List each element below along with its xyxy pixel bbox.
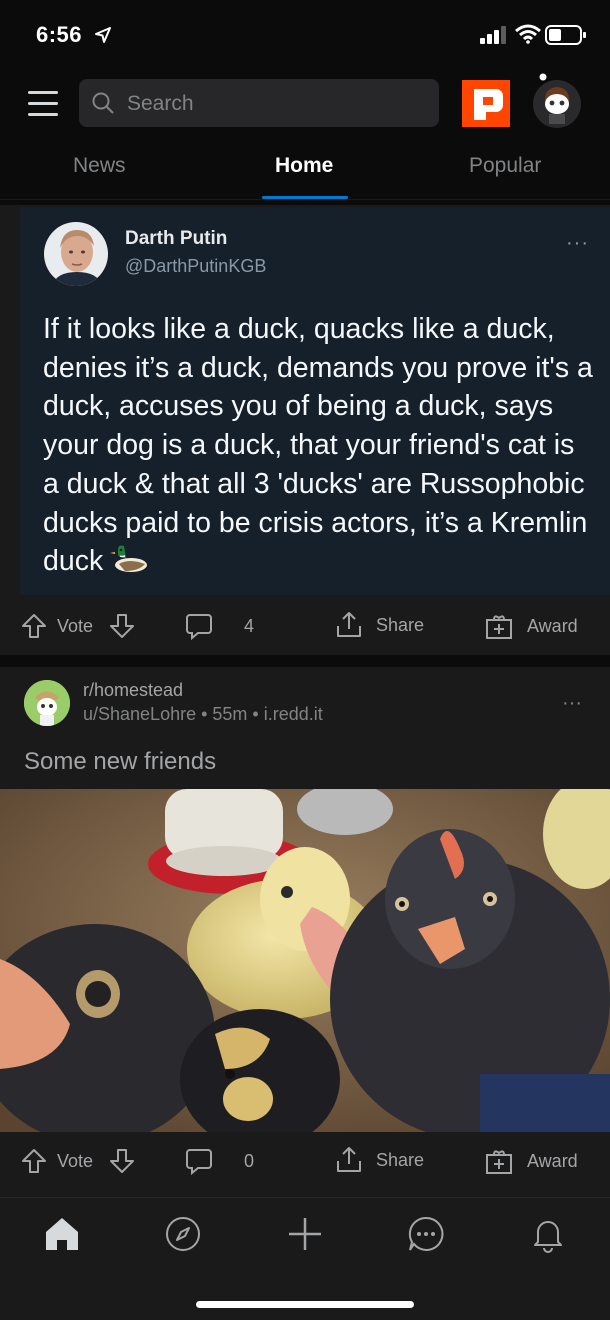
tab-home[interactable]: Home — [275, 154, 333, 178]
bell-icon — [534, 1221, 562, 1253]
award-label: Award — [527, 1150, 578, 1171]
award-button[interactable]: Award — [485, 1147, 578, 1175]
comment-count: 0 — [244, 1150, 255, 1171]
signal-icon — [480, 26, 506, 44]
chat-icon — [408, 1216, 444, 1251]
tweet-author-avatar — [44, 222, 108, 286]
nav-home[interactable] — [42, 1214, 82, 1254]
tab-news[interactable]: News — [73, 154, 126, 178]
premium-icon[interactable] — [462, 80, 510, 127]
tweet-author-name: Darth Putin — [125, 228, 228, 249]
nav-notifications[interactable] — [528, 1214, 568, 1254]
downvote-button[interactable] — [108, 612, 136, 640]
search-input[interactable]: Search — [79, 79, 439, 127]
share-button[interactable]: Share — [334, 610, 424, 640]
search-icon — [92, 92, 114, 114]
upvote-icon — [22, 1149, 46, 1173]
award-label: Award — [527, 615, 578, 636]
tabs-divider — [0, 199, 610, 200]
downvote-button[interactable] — [108, 1147, 136, 1175]
nav-chat[interactable] — [406, 1214, 446, 1254]
comments-button[interactable]: 0 — [185, 1147, 254, 1175]
menu-button[interactable] — [28, 89, 60, 117]
share-label: Share — [376, 614, 425, 635]
post-more-icon[interactable]: ··· — [562, 692, 582, 715]
share-icon — [337, 1147, 361, 1172]
search-placeholder: Search — [127, 92, 194, 115]
upvote-button[interactable]: Vote — [20, 612, 93, 640]
downvote-icon — [110, 1149, 134, 1173]
wifi-icon — [515, 24, 541, 44]
battery-icon — [545, 25, 586, 45]
nav-discover[interactable] — [163, 1214, 203, 1254]
downvote-icon — [110, 614, 134, 638]
vote-label: Vote — [57, 1150, 94, 1171]
comment-count: 4 — [244, 615, 255, 636]
tweet-more-icon[interactable]: ··· — [566, 232, 589, 255]
nav-create-post[interactable] — [285, 1214, 325, 1254]
status-time: 6:56 — [36, 22, 83, 47]
share-icon — [337, 612, 361, 637]
post-meta: u/ShaneLohre • 55m • i.redd.it — [83, 704, 323, 724]
location-arrow-icon — [95, 27, 111, 43]
comments-button[interactable]: 4 — [185, 612, 254, 640]
comment-icon — [186, 614, 212, 640]
tweet-text-body: If it looks like a duck, quacks like a d… — [43, 313, 593, 578]
post-separator — [0, 655, 610, 667]
subreddit-name[interactable]: r/homestead — [83, 680, 183, 701]
subreddit-avatar[interactable] — [24, 680, 70, 726]
post-action-bar: Vote 0 Share Award — [0, 1133, 610, 1191]
post-image[interactable] — [0, 789, 610, 1132]
tweet-text: If it looks like a duck, quacks like a d… — [43, 310, 598, 581]
post-action-bar: Vote 4 Share Award — [0, 597, 610, 655]
tweet-author-handle: @DarthPutinKGB — [125, 256, 267, 276]
plus-icon — [289, 1218, 321, 1250]
award-button[interactable]: Award — [485, 612, 578, 640]
duck-emoji-icon — [110, 545, 148, 573]
comment-icon — [186, 1149, 212, 1175]
compass-icon — [166, 1217, 200, 1251]
share-label: Share — [376, 1149, 425, 1170]
home-indicator — [196, 1301, 414, 1308]
home-icon — [46, 1218, 78, 1250]
award-icon — [486, 615, 512, 639]
vote-label: Vote — [57, 615, 94, 636]
post-title[interactable]: Some new friends — [24, 748, 216, 776]
award-icon — [486, 1150, 512, 1174]
user-avatar[interactable] — [532, 72, 582, 128]
tab-popular[interactable]: Popular — [469, 154, 541, 178]
upvote-button[interactable]: Vote — [20, 1147, 93, 1175]
upvote-icon — [22, 614, 46, 638]
share-button[interactable]: Share — [334, 1145, 424, 1175]
